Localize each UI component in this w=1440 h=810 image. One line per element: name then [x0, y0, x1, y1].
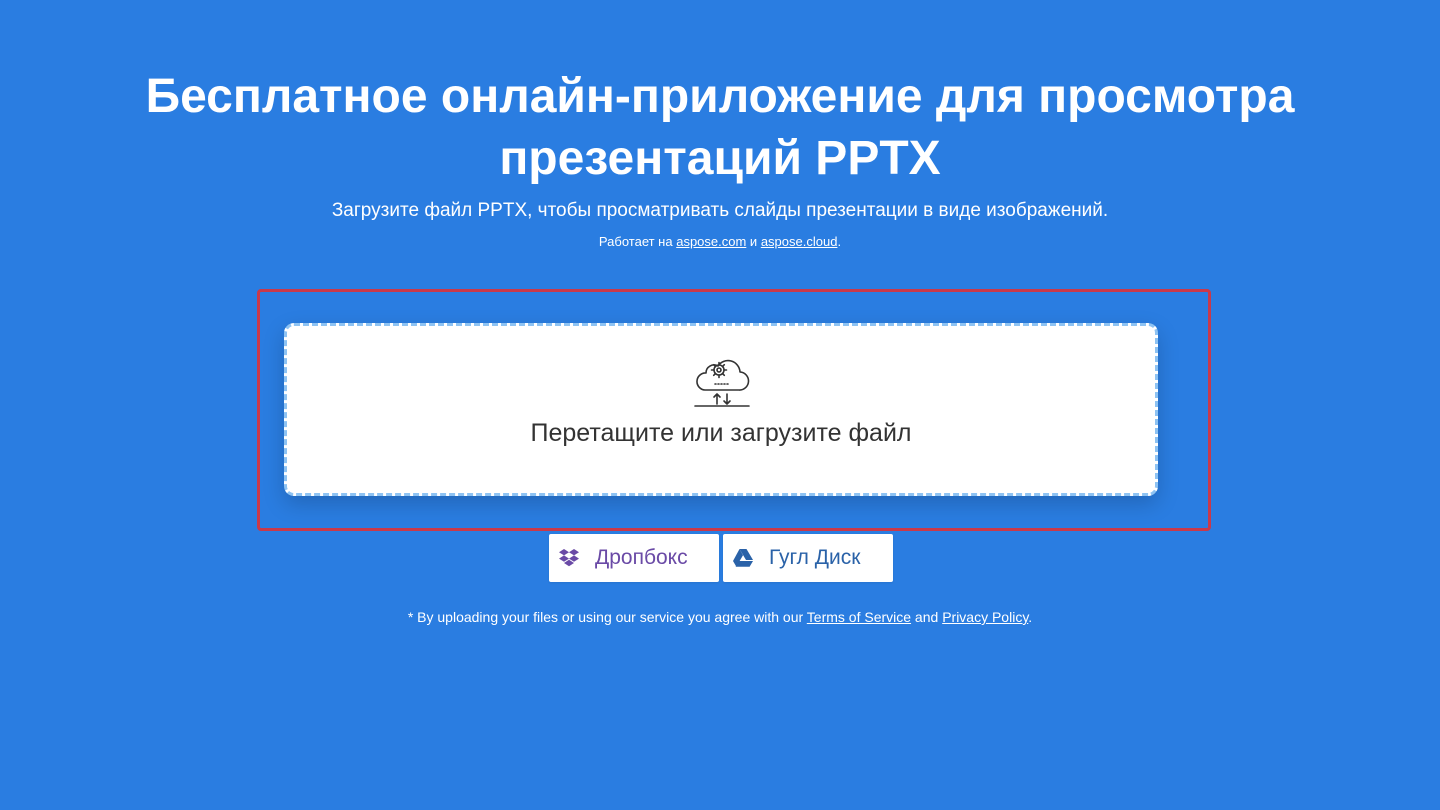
- page-title-line-2: презентаций PPTX: [499, 132, 941, 185]
- aspose-com-link[interactable]: aspose.com: [676, 234, 746, 249]
- google-drive-icon: [733, 549, 753, 567]
- terms-conjunction: and: [911, 609, 943, 625]
- privacy-policy-link[interactable]: Privacy Policy: [942, 609, 1028, 625]
- terms-notice: * By uploading your files or using our s…: [0, 607, 1440, 627]
- dropbox-button-label: Дропбокс: [595, 546, 688, 569]
- dropzone-label: Перетащите или загрузите файл: [530, 419, 912, 447]
- page-title-line-1: Бесплатное онлайн-приложение для просмот…: [145, 70, 1295, 123]
- powered-by-conjunction: и: [746, 234, 761, 249]
- dropbox-button[interactable]: Дропбокс: [549, 534, 719, 582]
- cloud-gear-icon: [694, 359, 750, 407]
- page-subtitle: Загрузите файл PPTX, чтобы просматривать…: [331, 200, 1109, 221]
- page-title: Бесплатное онлайн-приложение для просмот…: [0, 66, 1440, 190]
- powered-by-prefix: Работает на: [598, 234, 677, 249]
- file-dropzone[interactable]: Перетащите или загрузите файл: [284, 323, 1158, 496]
- powered-by-text: Работает на aspose.com и aspose.cloud.: [0, 233, 1440, 251]
- terms-prefix: * By uploading your files or using our s…: [407, 609, 807, 625]
- google-drive-button[interactable]: Гугл Диск: [723, 534, 893, 582]
- google-drive-button-label: Гугл Диск: [769, 546, 861, 569]
- terms-suffix: .: [1028, 609, 1033, 625]
- powered-by-suffix: .: [837, 234, 842, 249]
- aspose-cloud-link[interactable]: aspose.cloud: [761, 234, 838, 249]
- dropbox-icon: [559, 549, 579, 567]
- terms-of-service-link[interactable]: Terms of Service: [807, 609, 911, 625]
